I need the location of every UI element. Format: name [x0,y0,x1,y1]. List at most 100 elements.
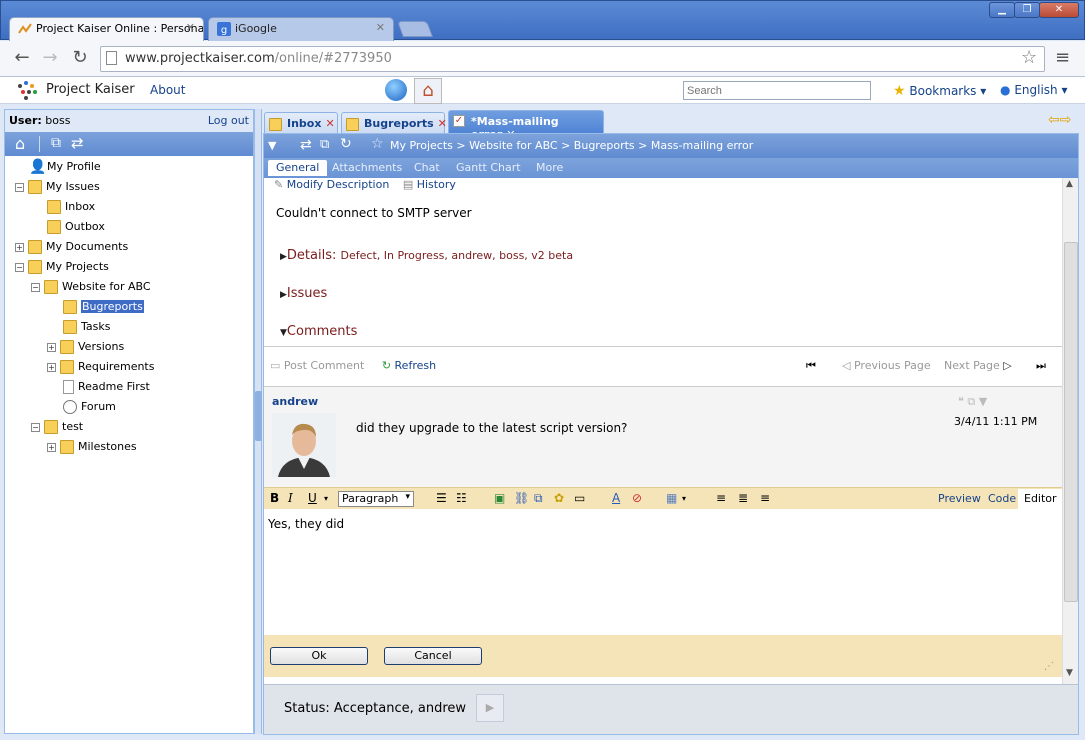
insert-emoticon-icon[interactable]: ✿ [554,491,564,505]
tree-item-milestones[interactable]: + Milestones [47,440,137,460]
comment-actions[interactable]: ❝ ⧉ ▼ [958,395,987,409]
bold-icon[interactable]: B [270,491,279,505]
language-menu[interactable]: ● English ▾ [1000,83,1068,97]
tree-item-versions[interactable]: + Versions [47,340,124,360]
tab-general[interactable]: General [268,160,328,176]
tab-scroll-arrows[interactable]: ⇦⇨ [1048,112,1071,128]
close-tab-icon[interactable]: ✕ [325,117,334,130]
collapse-toggle-icon[interactable]: − [15,262,24,272]
editor-mode-tab[interactable]: Editor [1018,489,1063,510]
expand-toggle-icon[interactable]: + [15,242,24,252]
open-icon[interactable]: ⧉ [967,395,975,408]
menu-icon[interactable]: ≡ [1055,47,1070,68]
address-bar[interactable]: www.projectkaiser.com/online/#2773950 [100,46,1045,72]
tree-item-inbox[interactable]: Inbox [47,200,95,220]
post-comment-button[interactable]: Post Comment [284,359,364,372]
expand-toggle-icon[interactable]: + [47,442,56,452]
next-page-button[interactable]: Next Page ▷ [944,359,1012,372]
cancel-button[interactable]: Cancel [384,647,482,665]
close-window-icon[interactable]: ✕ [1039,2,1079,18]
close-tab-icon[interactable]: ✕ [186,21,195,34]
doc-tab-mass-mailing-error[interactable]: ✓ *Mass-mailing error✕ [448,110,604,141]
insert-media-icon[interactable]: ⧉ [534,491,543,506]
previous-page-button[interactable]: ◁ Previous Page [842,359,931,372]
panel-splitter[interactable] [254,109,262,734]
tree-item-requirements[interactable]: + Requirements [47,360,154,380]
tree-item-my-documents[interactable]: + My Documents [15,240,128,260]
insert-image-icon[interactable]: ▣ [494,491,505,505]
insert-template-icon[interactable]: ▭ [574,491,585,505]
forward-icon[interactable]: → [38,47,62,71]
quote-icon[interactable]: ❝ [958,395,964,408]
back-icon[interactable]: ← [10,47,34,71]
about-link[interactable]: About [150,83,185,97]
font-color-icon[interactable]: A [612,491,620,505]
vertical-scrollbar[interactable]: ▲ ▼ [1062,178,1078,684]
open-external-icon[interactable]: ⧉ [320,137,329,152]
resize-grip-icon[interactable]: ⋰ [1044,661,1054,672]
collapse-all-icon[interactable]: ⧉ [51,135,61,151]
tab-attachments[interactable]: Attachments [332,161,402,174]
tree-item-my-issues[interactable]: − My Issues [15,180,100,200]
align-left-icon[interactable]: ≡ [716,491,726,505]
home-tree-icon[interactable]: ⌂ [15,134,25,153]
comment-author[interactable]: andrew [272,395,318,408]
tree-item-forum[interactable]: Forum [63,400,116,420]
collapse-toggle-icon[interactable]: − [31,282,40,292]
chevron-down-icon[interactable]: ▼ [979,395,987,408]
scroll-down-icon[interactable]: ▼ [1066,668,1073,678]
tab-scroll-right-icon[interactable]: ⇨ [1060,112,1072,128]
home-icon[interactable]: ⌂ [414,78,442,104]
tab-chat[interactable]: Chat [414,161,440,174]
minimize-icon[interactable]: ▁ [989,2,1015,18]
preview-mode-tab[interactable]: Preview [938,492,981,505]
status-next-icon[interactable]: ▶ [476,694,504,722]
bookmark-star-icon[interactable]: ☆ [1021,47,1037,68]
align-center-icon[interactable]: ≣ [738,491,748,505]
first-page-icon[interactable]: ⏮ [806,359,816,373]
collapse-toggle-icon[interactable]: − [31,422,40,432]
tree-item-readme-first[interactable]: Readme First [63,380,150,400]
bookmarks-menu[interactable]: ★ Bookmarks ▾ [893,83,986,99]
doc-tab-inbox[interactable]: Inbox ✕ [264,112,338,134]
doc-tab-bugreports[interactable]: Bugreports ✕ [341,112,447,134]
comments-section[interactable]: ▼Comments [280,324,357,339]
refresh-tree-icon[interactable]: ⇄ [71,134,84,152]
browser-tab-igoogle[interactable]: g iGoogle ✕ [208,17,394,41]
underline-icon[interactable]: U [308,491,317,505]
tree-item-outbox[interactable]: Outbox [47,220,105,240]
reload-doc-icon[interactable]: ↻ [340,136,352,152]
tab-gantt-chart[interactable]: Gantt Chart [456,161,521,174]
insert-table-icon[interactable]: ▦ [666,491,677,505]
splitter-collapse-handle[interactable] [255,391,262,441]
history-link[interactable]: History [417,178,456,191]
tree-item-my-profile[interactable]: 👤My Profile [29,160,101,180]
expand-toggle-icon[interactable]: + [47,342,56,352]
refresh-button[interactable]: Refresh [395,359,437,372]
new-tab-button[interactable] [397,21,433,37]
italic-icon[interactable]: I [288,491,293,505]
comment-editor[interactable]: Yes, they did [264,509,1062,635]
tree-item-website-for-abc[interactable]: − Website for ABC [31,280,151,300]
globe-icon[interactable] [385,79,407,101]
close-tab-icon[interactable]: ✕ [438,117,447,130]
bulleted-list-icon[interactable]: ☰ [436,491,447,505]
last-page-icon[interactable]: ⏭ [1036,359,1046,373]
issues-section[interactable]: ▶Issues [280,286,327,301]
paragraph-select[interactable]: Paragraph ▾ [338,491,414,507]
dropdown-menu-icon[interactable]: ▼ [268,139,276,152]
insert-link-icon[interactable]: ⛓ [514,491,529,505]
tree-item-bugreports[interactable]: Bugreports [63,300,144,320]
code-mode-tab[interactable]: Code [988,492,1016,505]
browser-tab-project-kaiser[interactable]: Project Kaiser Online : Personal ✕ [9,17,204,41]
maximize-icon[interactable]: ❐ [1014,2,1040,18]
tab-scroll-left-icon[interactable]: ⇦ [1048,112,1060,128]
logout-link[interactable]: Log out [208,114,249,127]
tab-more[interactable]: More [536,161,563,174]
tree-item-tasks[interactable]: Tasks [63,320,110,340]
collapse-toggle-icon[interactable]: − [15,182,24,192]
close-tab-icon[interactable]: ✕ [376,21,385,34]
table-dropdown-icon[interactable]: ▾ [682,494,686,503]
scrollbar-thumb[interactable] [1064,242,1078,602]
tree-item-my-projects[interactable]: − My Projects [15,260,109,280]
